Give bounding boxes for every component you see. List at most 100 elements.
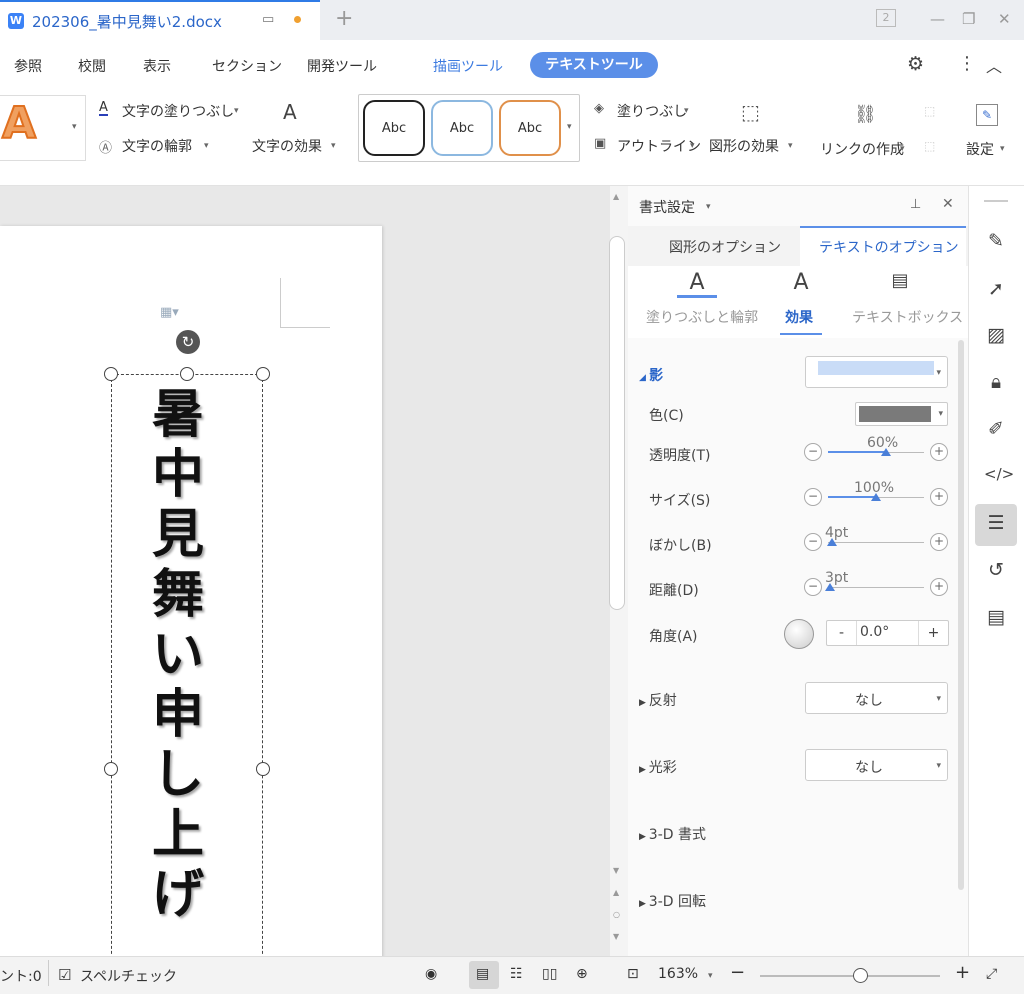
distance-slider[interactable] — [828, 587, 924, 588]
angle-stepper[interactable]: - 0.0° + — [826, 620, 949, 646]
scroll-down-icon[interactable]: ▼ — [613, 866, 619, 875]
menu-text-tools[interactable]: テキストツール — [530, 52, 658, 78]
transparency-decrease-button[interactable]: − — [804, 443, 822, 461]
gear-icon[interactable]: ⚙ — [907, 53, 924, 75]
minimize-button[interactable]: — — [930, 10, 945, 28]
spellcheck-icon[interactable]: ☑ — [58, 966, 71, 984]
eye-icon[interactable]: ◉ — [425, 966, 437, 982]
restore-button[interactable]: ❐ — [962, 10, 975, 28]
size-decrease-button[interactable]: − — [804, 488, 822, 506]
angle-decrease-button[interactable]: - — [827, 621, 857, 645]
history-icon[interactable]: ↺ — [984, 559, 1008, 581]
fullscreen-icon[interactable]: ⤢ — [986, 966, 997, 982]
subtab-fill-outline[interactable]: 塗りつぶしと輪郭 — [646, 307, 758, 327]
resize-handle-top[interactable] — [180, 367, 194, 381]
scroll-thumb[interactable] — [609, 236, 625, 610]
format-3d-section-header[interactable]: ▶ 3-D 書式 — [639, 824, 706, 844]
code-icon[interactable]: </> — [984, 465, 1014, 483]
new-tab-button[interactable]: + — [335, 6, 353, 31]
blur-decrease-button[interactable]: − — [804, 533, 822, 551]
style-gallery-expand-icon[interactable]: ▾ — [567, 122, 572, 132]
style-preset-orange[interactable]: Abc — [499, 100, 561, 156]
blur-increase-button[interactable]: + — [930, 533, 948, 551]
page-count-icon[interactable]: 2 — [876, 9, 896, 27]
resize-handle-left[interactable] — [104, 762, 118, 776]
close-panel-icon[interactable]: ✕ — [942, 196, 954, 212]
shadow-color-picker[interactable]: ▾ — [855, 402, 948, 426]
layout-options-icon[interactable]: ▦▾ — [160, 305, 179, 320]
menu-drawing-tools[interactable]: 描画ツール — [433, 56, 503, 76]
link-icon[interactable]: ⛓ — [854, 104, 877, 125]
select-browse-icon[interactable]: ○ — [613, 910, 620, 919]
cursor-icon[interactable]: ➚ — [984, 278, 1008, 300]
page-view-icon[interactable]: ▤ — [476, 966, 489, 982]
shape-effect-caret-icon[interactable]: ▾ — [788, 141, 793, 151]
web-view-icon[interactable]: ⊕ — [576, 966, 588, 982]
settings-caret-icon[interactable]: ▾ — [1000, 144, 1005, 154]
settings-wrench-icon[interactable]: ✎ — [976, 104, 998, 126]
panel-scrollbar[interactable] — [958, 340, 964, 890]
text-outline-caret-icon[interactable]: ▾ — [204, 141, 209, 151]
monitor-icon[interactable]: ▭ — [262, 12, 274, 27]
shape-outline-button[interactable]: アウトライン — [617, 136, 701, 156]
text-effect-icon[interactable]: A — [283, 100, 297, 124]
shape-fill-caret-icon[interactable]: ▾ — [684, 106, 689, 116]
angle-value[interactable]: 0.0° — [860, 624, 889, 640]
shape-outline-caret-icon[interactable]: ▾ — [690, 141, 695, 151]
panel-title[interactable]: 書式設定 — [639, 197, 695, 217]
zoom-slider[interactable] — [760, 975, 940, 977]
rotate-handle-icon[interactable]: ↻ — [176, 330, 200, 354]
shadow-preset-dropdown[interactable]: ▾ — [805, 356, 948, 388]
zoom-in-button[interactable]: + — [955, 962, 970, 983]
lock-icon[interactable]: 🔒︎ — [984, 371, 1008, 393]
wordart-a-icon[interactable]: A — [1, 97, 37, 150]
shape-effect-button[interactable]: 図形の効果 — [709, 136, 779, 156]
menu-review[interactable]: 校閲 — [78, 56, 106, 76]
shape-effect-icon[interactable]: ⬚ — [741, 100, 760, 124]
fill-outline-subtab-icon[interactable]: A — [677, 270, 717, 298]
zoom-level[interactable]: 163% — [658, 966, 698, 982]
shadow-section-header[interactable]: ◢ 影 — [639, 365, 663, 385]
create-link-button[interactable]: リンクの作成 — [820, 139, 904, 159]
read-view-icon[interactable]: ▯▯ — [542, 966, 557, 982]
menu-view[interactable]: 表示 — [143, 56, 171, 76]
more-vertical-icon[interactable]: ⋮ — [958, 53, 976, 74]
distance-increase-button[interactable]: + — [930, 578, 948, 596]
shape-fill-button[interactable]: 塗りつぶし — [617, 101, 687, 121]
pen-icon[interactable]: ✎ — [984, 230, 1008, 252]
text-outline-icon[interactable]: Ⓐ — [99, 137, 112, 156]
glow-dropdown[interactable]: なし ▾ — [805, 749, 948, 781]
create-link-caret-icon[interactable]: ▾ — [900, 144, 905, 154]
close-window-button[interactable]: ✕ — [998, 10, 1011, 28]
outline-square-icon[interactable]: ▣ — [594, 136, 606, 151]
text-effect-caret-icon[interactable]: ▾ — [331, 141, 336, 151]
spellcheck-button[interactable]: スペルチェック — [80, 966, 177, 986]
blur-slider[interactable] — [828, 542, 924, 543]
prev-page-icon[interactable]: ▲ — [613, 888, 619, 897]
sliders-icon[interactable]: ☰ — [984, 512, 1008, 534]
angle-dial[interactable] — [784, 619, 814, 649]
reflection-section-header[interactable]: ▶ 反射 — [639, 690, 677, 710]
menu-references[interactable]: 参照 — [14, 56, 42, 76]
zoom-caret-icon[interactable]: ▾ — [708, 971, 713, 981]
subtab-effects[interactable]: 効果 — [785, 307, 813, 327]
size-increase-button[interactable]: + — [930, 488, 948, 506]
style-preset-blue[interactable]: Abc — [431, 100, 493, 156]
effects-subtab-icon[interactable]: A — [781, 270, 821, 300]
distance-decrease-button[interactable]: − — [804, 578, 822, 596]
image-icon[interactable]: ▨ — [984, 324, 1008, 346]
zoom-slider-thumb[interactable] — [853, 968, 868, 983]
gallery-expand-icon[interactable]: ▾ — [72, 122, 77, 132]
settings-button[interactable]: 設定 — [966, 139, 994, 159]
subtab-textbox[interactable]: テキストボックス — [852, 307, 963, 327]
text-fill-icon[interactable]: A — [99, 101, 108, 116]
zoom-out-button[interactable]: − — [730, 962, 745, 983]
menu-section[interactable]: セクション — [212, 56, 282, 76]
collapse-ribbon-icon[interactable]: ︿ — [986, 53, 1002, 77]
rotation-3d-section-header[interactable]: ▶ 3-D 回転 — [639, 891, 706, 911]
reflection-dropdown[interactable]: なし ▾ — [805, 682, 948, 714]
paint-bucket-icon[interactable]: ◈ — [594, 101, 604, 116]
text-outline-button[interactable]: 文字の輪郭 — [122, 136, 192, 156]
tab-shape-options[interactable]: 図形のオプション — [669, 237, 781, 267]
glow-section-header[interactable]: ▶ 光彩 — [639, 757, 677, 777]
